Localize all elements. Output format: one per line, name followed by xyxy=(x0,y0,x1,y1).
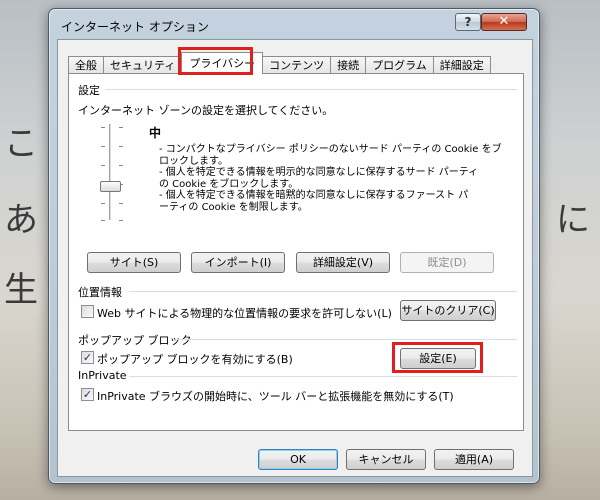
help-button[interactable]: ? xyxy=(455,13,481,31)
privacy-level-description: - コンパクトなプライバシー ポリシーのないサード パーティの Cookie を… xyxy=(159,144,503,213)
zone-instruction: インターネット ゾーンの設定を選択してください。 xyxy=(78,104,334,117)
tab-connections[interactable]: 接続 xyxy=(330,56,367,74)
apply-button[interactable]: 適用(A) xyxy=(434,449,514,470)
privacy-slider-thumb[interactable] xyxy=(100,181,121,192)
tab-security[interactable]: セキュリティ xyxy=(103,56,183,74)
slider-tick xyxy=(101,127,105,128)
tab-strip: 全般 セキュリティ プライバシー コンテンツ 接続 プログラム 詳細設定 xyxy=(68,52,491,74)
default-button[interactable]: 既定(D) xyxy=(400,252,494,273)
description-line: ロックします。 xyxy=(159,155,228,167)
inprivate-checkbox[interactable]: ✓ xyxy=(81,388,94,401)
popup-settings-button[interactable]: 設定(E) xyxy=(400,348,476,369)
inprivate-group-title: InPrivate xyxy=(78,369,127,382)
slider-tick xyxy=(101,220,105,221)
location-checkbox[interactable] xyxy=(81,305,94,318)
location-group-title: 位置情報 xyxy=(78,286,122,299)
slider-tick xyxy=(101,165,105,166)
slider-tick xyxy=(119,146,123,147)
background-text: に xyxy=(556,200,590,240)
popup-blocker-checkbox[interactable]: ✓ xyxy=(81,351,94,364)
description-line: - コンパクトなプライバシー ポリシーのないサード パーティの Cookie を… xyxy=(159,144,502,155)
popup-blocker-checkbox-label[interactable]: ポップアップ ブロックを有効にする(B) xyxy=(97,351,293,367)
tab-content[interactable]: コンテンツ xyxy=(262,56,332,74)
slider-tick xyxy=(119,220,123,221)
slider-tick xyxy=(119,165,123,166)
title-bar[interactable]: インターネット オプション ? ✕ xyxy=(49,9,539,41)
import-button[interactable]: インポート(I) xyxy=(191,252,285,273)
group-divider xyxy=(129,376,517,377)
background-text: 生 xyxy=(4,270,38,310)
slider-tick xyxy=(119,127,123,128)
close-button[interactable]: ✕ xyxy=(481,13,527,31)
clear-sites-button[interactable]: サイトのクリア(C) xyxy=(400,300,496,321)
description-line: ーティの Cookie を制限します。 xyxy=(159,201,308,213)
slider-tick xyxy=(119,203,123,204)
privacy-panel: 設定 インターネット ゾーンの設定を選択してください。 中 - コンパクトなプラ… xyxy=(68,73,524,431)
tab-general[interactable]: 全般 xyxy=(68,56,104,74)
background-text: こ xyxy=(4,124,38,164)
privacy-level: 中 xyxy=(149,126,162,140)
inprivate-checkbox-label[interactable]: InPrivate ブラウズの開始時に、ツール バーと拡張機能を無効にする(T) xyxy=(97,388,454,404)
ok-button[interactable]: OK xyxy=(258,449,338,470)
window-title: インターネット オプション xyxy=(61,20,209,34)
sites-button[interactable]: サイト(S) xyxy=(87,252,181,273)
description-line: - 個人を特定できる情報を明示的な同意なしに保存するサード パーティ xyxy=(159,167,479,178)
slider-tick xyxy=(101,203,105,204)
advanced-settings-button[interactable]: 詳細設定(V) xyxy=(296,252,390,273)
location-checkbox-label[interactable]: Web サイトによる物理的な位置情報の要求を許可しない(L) xyxy=(97,305,392,321)
group-divider xyxy=(129,291,517,292)
internet-options-dialog: インターネット オプション ? ✕ 全般 セキュリティ プライバシー コンテンツ… xyxy=(48,8,540,484)
group-divider xyxy=(105,89,517,90)
settings-group-title: 設定 xyxy=(78,84,100,97)
description-line: - 個人を特定できる情報を暗黙的な同意なしに保存するファースト パ xyxy=(159,190,469,201)
description-line: の Cookie をブロックします。 xyxy=(159,178,299,190)
popup-group-title: ポップアップ ブロック xyxy=(78,334,192,347)
privacy-slider-track[interactable] xyxy=(109,124,112,220)
tab-advanced[interactable]: 詳細設定 xyxy=(432,56,491,74)
cancel-button[interactable]: キャンセル xyxy=(346,449,426,470)
slider-tick xyxy=(101,146,105,147)
tab-programs[interactable]: プログラム xyxy=(365,56,434,74)
group-divider xyxy=(175,339,517,340)
dialog-client-area: 全般 セキュリティ プライバシー コンテンツ 接続 プログラム 詳細設定 設定 … xyxy=(57,39,533,477)
tab-privacy[interactable]: プライバシー xyxy=(181,52,264,74)
background-text: あ xyxy=(4,200,38,240)
